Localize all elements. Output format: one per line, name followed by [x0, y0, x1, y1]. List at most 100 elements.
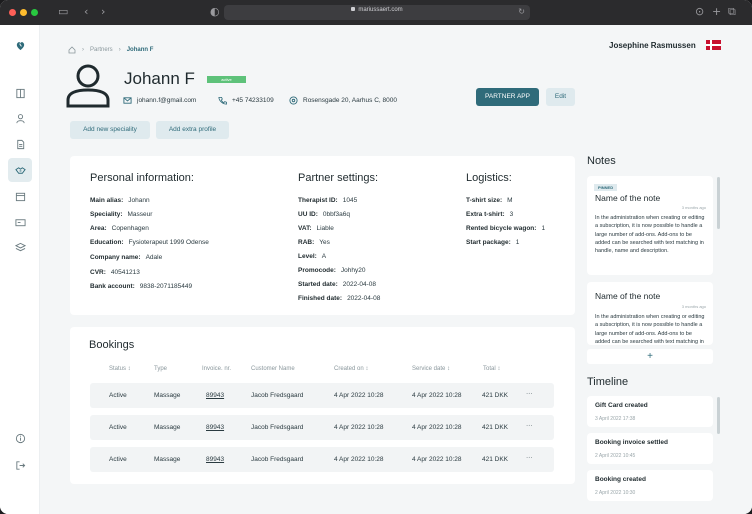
- partner-field: Therapist ID: 1045: [298, 197, 357, 204]
- download-icon[interactable]: ⊙: [695, 6, 704, 18]
- field-value: 1045: [342, 197, 358, 204]
- address-bar[interactable]: mariussaert.com ↻: [224, 5, 530, 20]
- personal-field: Speciality: Masseur: [90, 211, 152, 218]
- sidebar-toggle-icon[interactable]: ▭: [58, 6, 68, 18]
- column-header-service-date[interactable]: Service date ↕: [412, 366, 450, 372]
- tabs-overview-icon[interactable]: ⧉: [728, 6, 736, 18]
- brand-logo[interactable]: [8, 33, 32, 57]
- profile-name: Johann F: [124, 69, 195, 88]
- row-service-date: 4 Apr 2022 10:28: [412, 424, 462, 431]
- timeline-scrollbar[interactable]: [717, 397, 720, 434]
- note-card[interactable]: PINNED Name of the note 3 months ago In …: [587, 176, 713, 275]
- address-contact[interactable]: Rosensgade 20, Aarhus C, 8000: [289, 96, 397, 105]
- handshake-icon[interactable]: [8, 158, 32, 182]
- column-header-customer: Customer Name: [251, 366, 295, 372]
- maximize-window-button[interactable]: [31, 9, 38, 16]
- field-value: 40541213: [110, 269, 140, 276]
- logout-icon[interactable]: [8, 453, 32, 477]
- logistics-title: Logistics:: [466, 172, 512, 184]
- home-icon[interactable]: [68, 46, 76, 54]
- back-icon[interactable]: ‹: [84, 6, 88, 18]
- minimize-window-button[interactable]: [20, 9, 27, 16]
- shield-icon[interactable]: ◐: [210, 6, 220, 18]
- note-body: In the administration when creating or e…: [595, 215, 705, 255]
- pinned-badge: PINNED: [594, 184, 618, 191]
- row-customer: Jacob Fredsgaard: [251, 392, 304, 399]
- reload-icon[interactable]: ↻: [518, 7, 525, 16]
- calendar-icon[interactable]: [8, 184, 32, 208]
- row-more-icon[interactable]: ···: [526, 390, 533, 397]
- timeline-item-title: Gift Card created: [595, 402, 648, 409]
- field-value: Fysioterapeut 1999 Odense: [128, 239, 209, 246]
- row-service-date: 4 Apr 2022 10:28: [412, 392, 462, 399]
- notes-scrollbar[interactable]: [717, 177, 720, 229]
- field-value: 2022-04-08: [347, 295, 381, 302]
- field-label: Promocode:: [298, 267, 336, 274]
- personal-info-title: Personal information:: [90, 172, 194, 184]
- row-created: 4 Apr 2022 10:28: [334, 392, 384, 399]
- field-label: RAB:: [298, 239, 315, 246]
- timeline-item-time: 2 April 2022 10:30: [595, 490, 636, 496]
- card-icon[interactable]: [8, 210, 32, 234]
- row-type: Massage: [154, 392, 181, 399]
- timeline-item-time: 3 April 2022 17:38: [595, 416, 636, 422]
- sidebar: [0, 25, 40, 514]
- partner-app-button[interactable]: PARTNER APP: [476, 88, 539, 106]
- document-icon[interactable]: [8, 81, 32, 105]
- logistics-field: Extra t-shirt: 3: [466, 211, 513, 218]
- breadcrumb-partners[interactable]: Partners: [90, 47, 113, 53]
- user-icon[interactable]: [8, 106, 32, 130]
- add-extra-profile-button[interactable]: Add extra profile: [156, 121, 229, 139]
- row-customer: Jacob Fredsgaard: [251, 456, 304, 463]
- column-header-total[interactable]: Total ↕: [483, 366, 500, 372]
- table-row[interactable]: Active Massage 89943 Jacob Fredsgaard 4 …: [90, 415, 554, 440]
- field-value: Copenhagen: [111, 225, 149, 232]
- row-status: Active: [109, 456, 127, 463]
- row-invoice-link[interactable]: 89943: [206, 456, 224, 463]
- timeline-item-time: 2 April 2022 10:45: [595, 453, 636, 459]
- column-header-status[interactable]: Status ↕: [109, 366, 131, 372]
- row-more-icon[interactable]: ···: [526, 454, 533, 461]
- field-value: 0bbf3a6q: [322, 211, 350, 218]
- field-value: Johann: [128, 197, 150, 204]
- new-tab-icon[interactable]: +: [712, 6, 721, 18]
- url-text: mariussaert.com: [358, 7, 403, 13]
- file-icon[interactable]: [8, 132, 32, 156]
- field-label: T-shirt size:: [466, 197, 503, 204]
- row-invoice-link[interactable]: 89943: [206, 392, 224, 399]
- row-created: 4 Apr 2022 10:28: [334, 456, 384, 463]
- note-time: 3 months ago: [681, 205, 706, 210]
- forward-icon[interactable]: ›: [101, 6, 105, 18]
- row-invoice-link[interactable]: 89943: [206, 424, 224, 431]
- field-value: Liable: [316, 225, 334, 232]
- phone-text: +45 74233109: [232, 97, 274, 104]
- email-contact[interactable]: johann.f@gmail.com: [123, 96, 196, 105]
- field-value: 2022-04-08: [342, 281, 376, 288]
- personal-field: Main alias: Johann: [90, 197, 150, 204]
- info-icon[interactable]: [8, 426, 32, 450]
- add-speciality-button[interactable]: Add new speciality: [70, 121, 150, 139]
- field-label: Area:: [90, 225, 107, 232]
- field-label: Bank account:: [90, 283, 135, 290]
- timeline-item: Gift Card created 3 April 2022 17:38: [587, 396, 713, 427]
- field-value: Johhy20: [340, 267, 366, 274]
- note-body: In the administration when creating or e…: [595, 314, 705, 345]
- phone-contact[interactable]: +45 74233109: [218, 96, 274, 105]
- edit-button[interactable]: Edit: [546, 88, 575, 106]
- current-user-name[interactable]: Josephine Rasmussen: [609, 41, 696, 50]
- timeline-item: Booking created 2 April 2022 10:30: [587, 470, 713, 501]
- layers-icon[interactable]: [8, 235, 32, 259]
- denmark-flag-icon[interactable]: [706, 40, 721, 50]
- add-note-button[interactable]: +: [587, 349, 713, 364]
- column-header-created[interactable]: Created on ↕: [334, 366, 368, 372]
- note-card[interactable]: Name of the note 3 months ago In the adm…: [587, 282, 713, 345]
- row-more-icon[interactable]: ···: [526, 422, 533, 429]
- table-row[interactable]: Active Massage 89943 Jacob Fredsgaard 4 …: [90, 383, 554, 408]
- logistics-field: T-shirt size: M: [466, 197, 513, 204]
- table-row[interactable]: Active Massage 89943 Jacob Fredsgaard 4 …: [90, 447, 554, 472]
- field-value: 9838-2071185449: [139, 283, 193, 290]
- partner-field: Promocode: Johhy20: [298, 267, 366, 274]
- close-window-button[interactable]: [9, 9, 16, 16]
- address-text: Rosensgade 20, Aarhus C, 8000: [303, 97, 397, 104]
- email-text: johann.f@gmail.com: [137, 97, 197, 104]
